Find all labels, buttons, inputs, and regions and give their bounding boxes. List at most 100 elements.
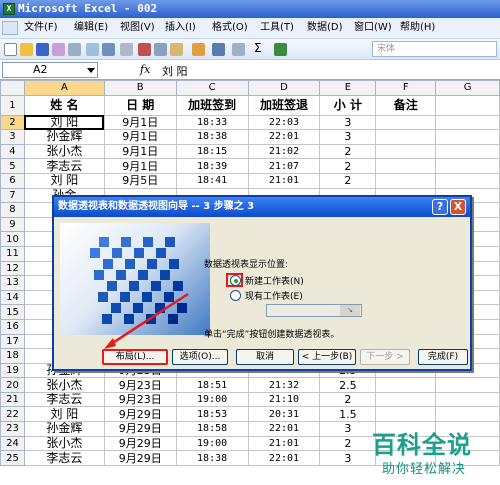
column-header-d[interactable]: D [247,80,321,96]
cell-signout[interactable]: 20:31 [247,406,321,423]
cell-signout[interactable]: 21:02 [247,143,321,160]
empty-cell[interactable] [435,143,500,160]
row-header[interactable]: 24 [0,435,25,452]
header-cell-note[interactable]: 备注 [375,94,437,116]
row-header[interactable]: 21 [0,391,25,408]
menu-help[interactable]: 帮助(H) [400,18,435,38]
close-icon[interactable]: X [450,199,466,215]
cell-signout[interactable]: 22:01 [247,421,321,437]
cell-note[interactable] [375,377,437,393]
cell-signin[interactable]: 18:15 [175,143,249,160]
row-header[interactable]: 17 [0,333,25,350]
row-header[interactable]: 10 [0,231,25,247]
spelling-icon[interactable] [102,43,115,56]
cell-name[interactable]: 刘 阳 [23,172,105,189]
save-icon[interactable] [36,43,49,56]
cell-date[interactable]: 9月5日 [103,172,177,189]
cell-name[interactable]: 张小杰 [23,377,105,393]
cell-signin[interactable]: 18:53 [175,406,249,423]
cell-signin[interactable]: 18:39 [175,158,249,174]
header-cell-name[interactable]: 姓 名 [23,94,105,116]
column-header-c[interactable]: C [175,80,249,96]
cell-name[interactable]: 张小杰 [23,143,105,160]
cell-signin[interactable]: 18:38 [175,450,249,466]
row-header[interactable]: 8 [0,202,25,218]
row-header[interactable]: 14 [0,289,25,306]
cell-note[interactable] [375,143,437,160]
radio-existing-worksheet[interactable] [230,290,241,301]
cell-note[interactable] [375,158,437,174]
cell-date[interactable]: 9月29日 [103,450,177,466]
cell-signout[interactable]: 21:07 [247,158,321,174]
cell-name[interactable]: 刘 阳 [23,406,105,423]
open-icon[interactable] [20,43,33,56]
new-worksheet-label[interactable]: 新建工作表(N) [245,274,304,287]
chevron-down-icon[interactable] [87,68,95,73]
cell-name[interactable]: 刘 阳 [23,114,105,131]
empty-cell[interactable] [435,406,500,423]
menu-window[interactable]: 窗口(W) [354,18,392,38]
existing-worksheet-label[interactable]: 现有工作表(E) [245,289,303,302]
font-name-box[interactable]: 宋体 [372,41,497,57]
cell-note[interactable] [375,391,437,408]
header-cell-signin[interactable]: 加班签到 [175,94,249,116]
row-header[interactable]: 5 [0,158,25,174]
cancel-button[interactable]: 取消 [236,349,294,365]
menu-format[interactable]: 格式(O) [212,18,248,38]
cell-name[interactable]: 孙金辉 [23,421,105,437]
cell-signin[interactable]: 19:00 [175,435,249,452]
cell-date[interactable]: 9月1日 [103,143,177,160]
menu-tools[interactable]: 工具(T) [260,18,294,38]
menu-edit[interactable]: 编辑(E) [74,18,108,38]
menu-insert[interactable]: 插入(I) [165,18,196,38]
row-header[interactable]: 6 [0,172,25,189]
cell-signin[interactable]: 18:41 [175,172,249,189]
select-all-corner[interactable] [0,80,25,96]
cell-subtotal[interactable]: 2 [319,143,377,160]
cell-date[interactable]: 9月29日 [103,406,177,423]
header-cell-subtotal[interactable]: 小 计 [319,94,377,116]
permission-icon[interactable] [52,43,65,56]
column-header-b[interactable]: B [103,80,177,96]
research-icon[interactable] [120,43,133,56]
cell-date[interactable]: 9月1日 [103,129,177,145]
cell-signin[interactable]: 18:38 [175,129,249,145]
cell-note[interactable] [375,114,437,131]
layout-button[interactable]: 布局(L)... [102,349,168,365]
back-button[interactable]: < 上一步(B) [298,349,356,365]
row-header[interactable]: 15 [0,304,25,320]
format-painter-icon[interactable] [192,43,205,56]
cell-signout[interactable]: 21:01 [247,435,321,452]
cell-subtotal[interactable]: 3 [319,114,377,131]
cell-subtotal[interactable]: 2 [319,391,377,408]
empty-cell[interactable] [435,158,500,174]
copy-icon[interactable] [154,43,167,56]
row-header[interactable]: 19 [0,362,25,379]
column-header-a[interactable]: A [23,80,105,96]
column-header-e[interactable]: E [319,80,377,96]
cell-subtotal[interactable]: 2.5 [319,377,377,393]
cell-subtotal[interactable]: 3 [319,129,377,145]
cell-subtotal[interactable]: 2 [319,158,377,174]
cell-signout[interactable]: 21:32 [247,377,321,393]
empty-cell[interactable] [435,129,500,145]
cell-date[interactable]: 9月23日 [103,377,177,393]
empty-cell[interactable] [435,391,500,408]
new-icon[interactable] [4,43,17,56]
cell-note[interactable] [375,172,437,189]
cell-signout[interactable]: 21:01 [247,172,321,189]
fx-icon[interactable]: fx [140,63,150,76]
cell-name[interactable]: 孙金辉 [23,129,105,145]
menu-data[interactable]: 数据(D) [307,18,343,38]
autosum-icon[interactable]: Σ [254,41,262,55]
cell-date[interactable]: 9月23日 [103,391,177,408]
row-header[interactable]: 1 [0,94,25,116]
cell-name[interactable]: 李志云 [23,158,105,174]
workbook-icon[interactable] [2,21,18,35]
empty-cell[interactable] [435,94,500,116]
collapse-dialog-icon[interactable]: ↘ [340,305,360,316]
cell-subtotal[interactable]: 1.5 [319,406,377,423]
empty-cell[interactable] [435,114,500,131]
row-header[interactable]: 22 [0,406,25,423]
cell-note[interactable] [375,406,437,423]
